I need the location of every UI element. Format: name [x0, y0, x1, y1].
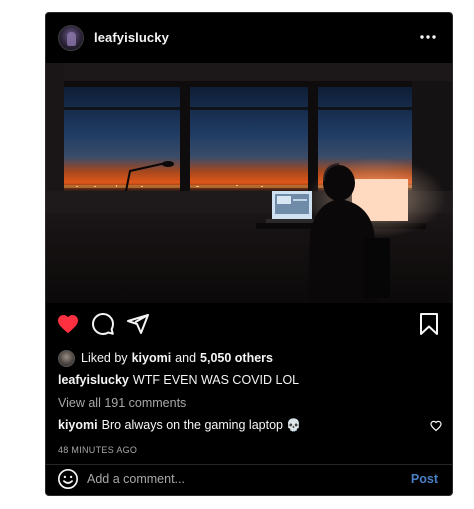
heart-icon[interactable]: [56, 312, 80, 336]
skull-emoji: 💀: [285, 418, 301, 432]
comment-bubble-icon[interactable]: [91, 312, 115, 336]
likes-joiner: and: [175, 351, 197, 365]
action-row: [46, 301, 452, 347]
likes-count[interactable]: 5,050 others: [200, 351, 273, 365]
likes-prefix: Liked by: [81, 351, 128, 365]
page-background: leafyislucky Liked by kiyomi and 5,050 o…: [0, 0, 474, 509]
likes-summary: Liked by kiyomi and 5,050 others: [58, 349, 277, 367]
caption-username[interactable]: leafyislucky: [58, 373, 129, 387]
liker-username[interactable]: kiyomi: [132, 351, 172, 365]
post-photo[interactable]: [46, 63, 452, 303]
avatar-figure: [67, 32, 76, 46]
caption-text: WTF EVEN WAS COVID LOL: [132, 373, 300, 387]
smiley-icon[interactable]: [57, 468, 79, 490]
small-heart-icon[interactable]: [430, 420, 442, 432]
post-timestamp: 48 MINUTES AGO: [58, 445, 138, 455]
avatar[interactable]: [58, 25, 84, 51]
caption: leafyislucky WTF EVEN WAS COVID LOL: [58, 373, 299, 387]
add-comment-bar: Post: [46, 465, 452, 495]
post-username[interactable]: leafyislucky: [94, 30, 169, 45]
post-comment-button[interactable]: Post: [411, 472, 438, 486]
liker-avatar[interactable]: [58, 349, 75, 367]
top-comment: kiyomi Bro always on the gaming laptop 💀: [58, 418, 442, 432]
view-all-comments-link[interactable]: View all 191 comments: [58, 396, 186, 410]
comment-input[interactable]: [87, 468, 397, 490]
comment-username[interactable]: kiyomi: [58, 418, 98, 432]
post-card: leafyislucky Liked by kiyomi and 5,050 o…: [45, 12, 453, 496]
comment-text: Bro always on the gaming laptop: [101, 418, 283, 432]
post-header: leafyislucky: [46, 13, 452, 63]
paper-plane-icon[interactable]: [126, 312, 150, 336]
more-options-icon[interactable]: [418, 27, 438, 47]
bookmark-icon[interactable]: [418, 312, 440, 336]
